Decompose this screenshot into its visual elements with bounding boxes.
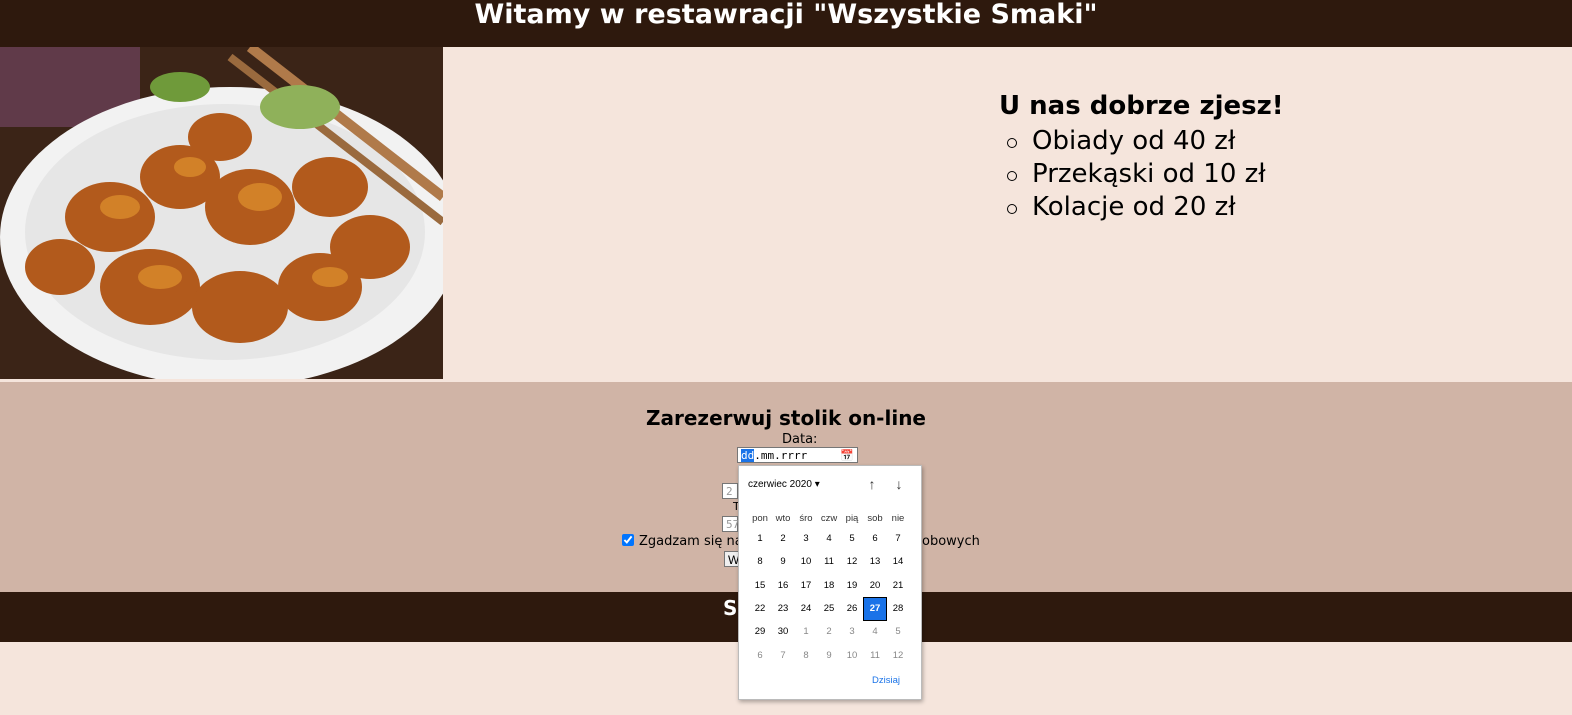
date-picker-popup[interactable]: czerwiec 2020 ▾ ↑ ↓ pon wto śro czw pią sob ni… xyxy=(738,465,922,700)
calendar-day[interactable]: 19 xyxy=(841,575,863,597)
weekday-header: nie xyxy=(891,513,905,524)
calendar-day[interactable]: 8 xyxy=(749,551,771,573)
page-header: Witamy w restawracji "Wszystkie Smaki" xyxy=(0,0,1572,47)
arrow-up-icon[interactable]: ↑ xyxy=(865,476,879,492)
month-selector[interactable]: czerwiec 2020 ▾ xyxy=(748,479,820,490)
calendar-day[interactable]: 2 xyxy=(818,621,840,643)
consent-checkbox[interactable] xyxy=(622,534,634,546)
hero-section: U nas dobrze zjesz! Obiady od 40 zł Prze… xyxy=(0,47,1572,382)
calendar-day[interactable]: 5 xyxy=(887,621,909,643)
calendar-day[interactable]: 14 xyxy=(887,551,909,573)
calendar-day[interactable]: 16 xyxy=(772,575,794,597)
list-item: Przekąski od 10 zł xyxy=(999,158,1284,191)
footer-text: S xyxy=(723,596,738,620)
date-input[interactable]: dd.mm.rrrr 📅 xyxy=(737,447,858,463)
calendar-day[interactable]: 13 xyxy=(864,551,886,573)
people-input[interactable]: 2 xyxy=(722,483,738,499)
calendar-day[interactable]: 3 xyxy=(795,528,817,550)
calendar-day[interactable]: 21 xyxy=(887,575,909,597)
phone-input[interactable]: 57 xyxy=(722,516,739,532)
calendar-day[interactable]: 17 xyxy=(795,575,817,597)
calendar-day[interactable]: 11 xyxy=(864,645,886,667)
date-day-segment[interactable]: dd xyxy=(741,449,755,462)
reservation-title: Zarezerwuj stolik on-line xyxy=(646,406,926,430)
calendar-day[interactable]: 9 xyxy=(818,645,840,667)
calendar-day[interactable]: 10 xyxy=(841,645,863,667)
calendar-day[interactable]: 2 xyxy=(772,528,794,550)
calendar-day[interactable]: 25 xyxy=(818,598,840,620)
calendar-day[interactable]: 1 xyxy=(795,621,817,643)
calendar-day[interactable]: 9 xyxy=(772,551,794,573)
arrow-down-icon[interactable]: ↓ xyxy=(892,476,906,492)
calendar-day[interactable]: 6 xyxy=(864,528,886,550)
calendar-day[interactable]: 15 xyxy=(749,575,771,597)
weekday-header: pon xyxy=(752,513,768,524)
calendar-day[interactable]: 20 xyxy=(864,575,886,597)
calendar-day[interactable]: 4 xyxy=(818,528,840,550)
calendar-day[interactable]: 28 xyxy=(887,598,909,620)
calendar-day[interactable]: 6 xyxy=(749,645,771,667)
calendar-day[interactable]: 7 xyxy=(887,528,909,550)
weekday-header: sob xyxy=(867,513,883,524)
date-rest-segment[interactable]: .mm.rrrr xyxy=(754,449,807,462)
menu-list: Obiady od 40 zł Przekąski od 10 zł Kolac… xyxy=(999,125,1284,224)
calendar-day[interactable]: 8 xyxy=(795,645,817,667)
menu-title: U nas dobrze zjesz! xyxy=(999,91,1284,121)
calendar-day[interactable]: 10 xyxy=(795,551,817,573)
menu-info: U nas dobrze zjesz! Obiady od 40 zł Prze… xyxy=(999,87,1284,224)
weekday-header: czw xyxy=(820,513,838,524)
today-button[interactable]: Dzisiaj xyxy=(872,675,900,686)
calendar-day[interactable]: 27 xyxy=(863,597,887,621)
calendar-day[interactable]: 29 xyxy=(749,621,771,643)
list-item: Kolacje od 20 zł xyxy=(999,191,1284,224)
calendar-day[interactable]: 22 xyxy=(749,598,771,620)
chevron-down-icon: ▾ xyxy=(814,479,820,490)
calendar-day[interactable]: 26 xyxy=(841,598,863,620)
food-photo xyxy=(0,47,443,379)
calendar-day[interactable]: 24 xyxy=(795,598,817,620)
calendar-day[interactable]: 7 xyxy=(772,645,794,667)
consent-label-right: obowych xyxy=(922,534,980,549)
list-item: Obiady od 40 zł xyxy=(999,125,1284,158)
calendar-day[interactable]: 5 xyxy=(841,528,863,550)
calendar-day[interactable]: 11 xyxy=(818,551,840,573)
calendar-day[interactable]: 18 xyxy=(818,575,840,597)
calendar-day[interactable]: 23 xyxy=(772,598,794,620)
calendar-icon[interactable]: 📅 xyxy=(840,448,854,464)
page-title: Witamy w restawracji "Wszystkie Smaki" xyxy=(474,0,1098,30)
weekday-header: śro xyxy=(799,513,813,524)
calendar-day[interactable]: 12 xyxy=(841,551,863,573)
calendar-day[interactable]: 4 xyxy=(864,621,886,643)
calendar-day[interactable]: 30 xyxy=(772,621,794,643)
date-label: Data: xyxy=(782,432,818,447)
weekday-header: wto xyxy=(775,513,791,524)
calendar-day[interactable]: 12 xyxy=(887,645,909,667)
weekday-header: pią xyxy=(845,513,859,524)
calendar-day[interactable]: 1 xyxy=(749,528,771,550)
calendar-day[interactable]: 3 xyxy=(841,621,863,643)
